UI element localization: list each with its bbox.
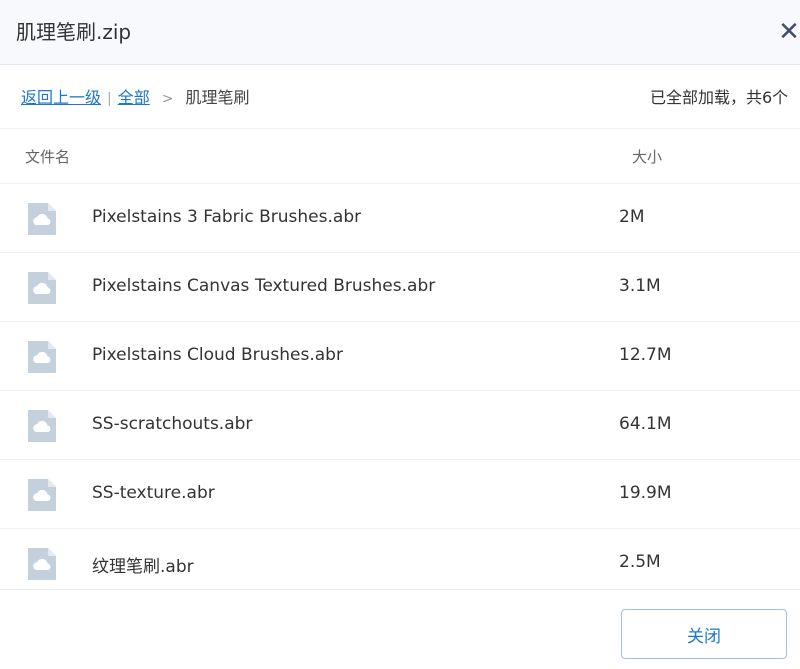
file-name[interactable]: SS-scratchouts.abr	[92, 414, 252, 434]
close-button[interactable]: 关闭	[621, 609, 787, 659]
file-size: 12.7M	[619, 345, 672, 365]
table-row[interactable]: Pixelstains Cloud Brushes.abr 12.7M	[0, 321, 800, 390]
breadcrumb-separator: |	[107, 91, 112, 107]
file-size: 64.1M	[619, 414, 672, 434]
dialog-title: 肌理笔刷.zip	[16, 20, 132, 44]
file-name[interactable]: SS-texture.abr	[92, 483, 215, 503]
file-size: 2.5M	[619, 552, 661, 572]
breadcrumb: 返回上一级 | 全部 > 肌理笔刷	[21, 84, 250, 108]
column-header-name: 文件名	[25, 148, 71, 166]
file-name[interactable]: Pixelstains Canvas Textured Brushes.abr	[92, 276, 435, 296]
cloud-file-icon	[26, 477, 58, 513]
load-status: 已全部加载，共6个	[650, 88, 789, 107]
divider	[0, 128, 800, 129]
file-name[interactable]: 纹理笔刷.abr	[92, 552, 194, 577]
back-link[interactable]: 返回上一级	[21, 88, 101, 107]
file-size: 19.9M	[619, 483, 672, 503]
dialog-titlebar: 肌理笔刷.zip ✕	[0, 0, 800, 65]
cloud-file-icon	[26, 201, 58, 237]
file-size: 2M	[619, 207, 645, 227]
all-link[interactable]: 全部	[118, 88, 150, 107]
cloud-file-icon	[26, 546, 58, 582]
table-row[interactable]: Pixelstains 3 Fabric Brushes.abr 2M	[0, 183, 800, 252]
file-name[interactable]: Pixelstains 3 Fabric Brushes.abr	[92, 207, 361, 227]
file-list: Pixelstains 3 Fabric Brushes.abr 2M Pixels…	[0, 183, 800, 589]
file-name[interactable]: Pixelstains Cloud Brushes.abr	[92, 345, 343, 365]
close-icon[interactable]: ✕	[775, 18, 800, 46]
table-row[interactable]: SS-texture.abr 19.9M	[0, 459, 800, 528]
cloud-file-icon	[26, 339, 58, 375]
table-row[interactable]: Pixelstains Canvas Textured Brushes.abr 3…	[0, 252, 800, 321]
dialog-footer: 关闭	[0, 589, 800, 669]
cloud-file-icon	[26, 408, 58, 444]
breadcrumb-current: 肌理笔刷	[185, 88, 250, 107]
file-size: 3.1M	[619, 276, 661, 296]
cloud-file-icon	[26, 270, 58, 306]
column-header-size: 大小	[632, 148, 663, 166]
table-row[interactable]: SS-scratchouts.abr 64.1M	[0, 390, 800, 459]
chevron-right-icon: >	[161, 91, 174, 107]
table-row[interactable]: 纹理笔刷.abr 2.5M	[0, 528, 800, 589]
